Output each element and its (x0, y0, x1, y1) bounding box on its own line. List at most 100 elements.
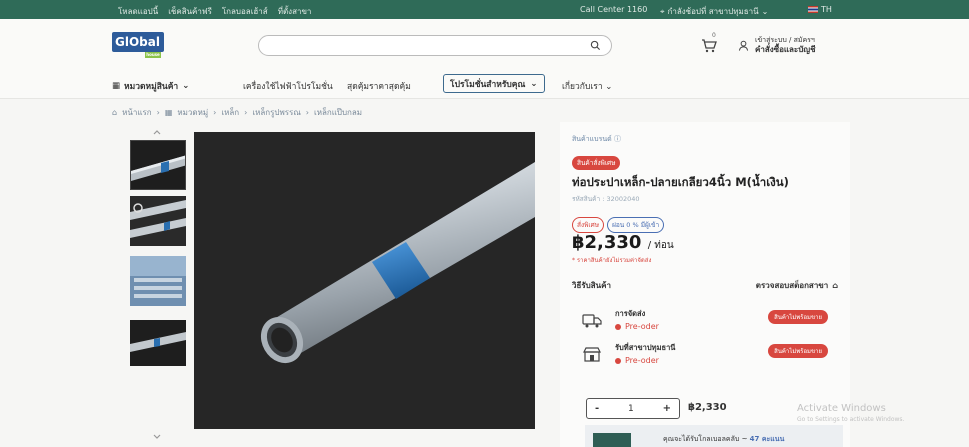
cart-count: 0 (712, 32, 716, 39)
check-store-stock-link[interactable]: ตรวจสอบสต็อกสาขา ⌂ (756, 279, 838, 292)
breadcrumb: ⌂ หน้าแรก › ▦ หมวดหมู่ › เหล็ก › เหล็กรู… (112, 106, 362, 119)
thai-flag-icon (808, 6, 818, 13)
categories-label: หมวดหมู่สินค้า (124, 82, 179, 92)
thumb-scroll-up-icon[interactable] (152, 128, 162, 136)
top-links: โหลดแอปนี้ เช็คสินค้าฟรี โกลบอลเฮ้าส์ ที… (118, 5, 311, 18)
club-points-value: 47 คะแนน (749, 435, 785, 443)
product-price: ฿2,330 / ท่อน (572, 232, 674, 253)
thumbnail-2[interactable] (130, 196, 186, 246)
breadcrumb-separator: › (213, 108, 217, 117)
globalhouse-logo[interactable]: GlObal house (112, 32, 164, 58)
grid-icon: ▦ (112, 81, 121, 91)
top-bar: โหลดแอปนี้ เช็คสินค้าฟรี โกลบอลเฮ้าส์ ที… (0, 0, 969, 19)
chevron-down-icon: ⌄ (530, 78, 538, 89)
account-menu[interactable]: เข้าสู่ระบบ / สมัครฯ คำสั่งซื้อและบัญชี (738, 36, 816, 54)
account-line2: คำสั่งซื้อและบัญชี (755, 45, 816, 54)
nav-promo-pill[interactable]: โปรโมชั่นสำหรับคุณ ⌄ (443, 74, 545, 93)
quantity-value[interactable]: 1 (628, 404, 634, 414)
windows-activation-sub: Go to Settings to activate Windows. (797, 416, 905, 423)
breadcrumb-round-pipe[interactable]: เหล็กแป๊บกลม (314, 106, 362, 119)
main-nav: ▦ หมวดหมู่สินค้า ⌄ เครื่องใช้ไฟฟ้าโปรโมช… (0, 69, 969, 99)
check-store-label: ตรวจสอบสต็อกสาขา (755, 281, 829, 290)
product-chips: สั่งพิเศษ ผ่อน 0 % มีผู้เข้า (572, 217, 665, 233)
breadcrumb-separator: › (305, 108, 309, 117)
main-product-image[interactable] (194, 132, 535, 429)
location-icon: ⌖ (660, 6, 665, 16)
about-label: เกี่ยวกับเรา (562, 82, 603, 92)
store-icon: ⌂ (832, 281, 838, 290)
receive-method-title: วิธีรับสินค้า (572, 281, 611, 290)
steel-pipe-image (194, 132, 535, 429)
grid-icon: ▦ (164, 108, 173, 117)
breadcrumb-home[interactable]: หน้าแรก (122, 106, 152, 119)
windows-activation-title: Activate Windows (797, 403, 886, 414)
user-icon (738, 40, 749, 51)
language-selector[interactable]: TH (808, 5, 832, 14)
nav-item-about[interactable]: เกี่ยวกับเรา ⌄ (562, 79, 612, 93)
pipe-thumbnail-image (130, 320, 186, 366)
home-icon: ⌂ (112, 108, 118, 117)
categories-menu[interactable]: ▦ หมวดหมู่สินค้า ⌄ (112, 79, 189, 93)
pickup-label: รับที่สาขาปทุมธานี (615, 343, 676, 352)
top-link-app[interactable]: โหลดแอปนี้ (118, 5, 158, 18)
branch-label: กำลังช้อปที่ สาขาปทุมธานี (667, 7, 759, 16)
cart-button[interactable]: 0 (700, 32, 718, 54)
installment-chip[interactable]: ผ่อน 0 % มีผู้เข้า (607, 217, 665, 233)
account-line1: เข้าสู่ระบบ / สมัครฯ (755, 36, 815, 44)
special-order-chip: สั่งพิเศษ (572, 217, 605, 233)
club-points-text: คุณจะได้รับโกลเบอลคลับ ~ 47 คะแนน (663, 435, 785, 443)
search-input[interactable] (269, 39, 589, 59)
top-link-check[interactable]: เช็คสินค้าฟรี (168, 5, 212, 18)
logo-text: GlObal (115, 35, 160, 49)
price-note: * ราคาสินค้ายังไม่รวมค่าจัดส่ง (572, 257, 652, 264)
pipe-thumbnail-image (131, 141, 185, 189)
thumbnail-4[interactable] (130, 320, 186, 366)
pickup-status: Pre-oder (615, 356, 659, 365)
header: GlObal house 0 เข้าสู่ระบบ / สมัครฯ คำสั… (0, 19, 969, 69)
store-icon (583, 347, 601, 362)
pipe-thumbnail-image (130, 196, 186, 246)
product-title: ท่อประปาเหล็ก-ปลายเกลียว4นิ้ว M(น้ำเงิน) (572, 175, 789, 189)
breadcrumb-categories[interactable]: หมวดหมู่ (177, 106, 208, 119)
price-value: ฿2,330 (572, 232, 642, 253)
decrease-qty-button[interactable]: - (595, 403, 599, 414)
truck-icon (582, 314, 602, 328)
top-link-branches[interactable]: ที่ตั้งสาขา (278, 5, 312, 18)
nav-item-deals[interactable]: สุดคุ้มราคาสุดคุ้ม (347, 79, 411, 93)
windows-activation-watermark: Activate Windows Go to Settings to activ… (797, 403, 904, 423)
branch-selector[interactable]: ⌖ กำลังช้อปที่ สาขาปทุมธานี ⌄ (660, 5, 768, 18)
club-points-banner: คุณจะได้รับโกลเบอลคลับ ~ 47 คะแนน (585, 425, 843, 447)
delivery-option-shipping[interactable]: การจัดส่ง Pre-oder สินค้าไม่พร้อมขาย (572, 304, 836, 341)
breadcrumb-separator: › (156, 108, 160, 117)
breadcrumb-separator: › (244, 108, 248, 117)
promo-pill-label: โปรโมชั่นสำหรับคุณ (450, 79, 526, 90)
language-label: TH (821, 5, 832, 14)
unavailable-badge: สินค้าไม่พร้อมขาย (768, 310, 828, 324)
delivery-option-pickup[interactable]: รับที่สาขาปทุมธานี Pre-oder สินค้าไม่พร้… (572, 338, 836, 375)
special-order-tag: สินค้าสั่งพิเศษ (572, 156, 621, 170)
quantity-stepper: - 1 + (586, 398, 680, 419)
search-icon[interactable] (590, 40, 601, 51)
thumbnail-3[interactable] (130, 256, 186, 306)
nav-item-appliances[interactable]: เครื่องใช้ไฟฟ้าโปรโมชั่น (243, 79, 333, 93)
subtotal-price: ฿2,330 (688, 402, 727, 413)
unavailable-badge: สินค้าไม่พร้อมขาย (768, 344, 828, 358)
club-card-image (593, 433, 631, 447)
search-bar (258, 35, 612, 59)
chevron-down-icon: ⌄ (182, 81, 190, 91)
logo-sub: house (145, 52, 161, 58)
delivery-label: การจัดส่ง (615, 309, 646, 318)
pipe-stack-thumbnail-image (130, 256, 186, 306)
brand-link[interactable]: สินค้าแบรนด์ ⓘ (572, 134, 621, 145)
thumbnail-1[interactable] (130, 140, 186, 190)
delivery-status: Pre-oder (615, 322, 659, 331)
price-unit: / ท่อน (647, 240, 674, 251)
breadcrumb-structural[interactable]: เหล็กรูปพรรณ (252, 106, 300, 119)
thumb-scroll-down-icon[interactable] (152, 433, 162, 441)
chevron-down-icon: ⌄ (761, 7, 769, 16)
top-link-globalhouse[interactable]: โกลบอลเฮ้าส์ (222, 5, 268, 18)
breadcrumb-steel[interactable]: เหล็ก (221, 106, 239, 119)
call-center[interactable]: Call Center 1160 (580, 5, 647, 14)
product-sku: รหัสสินค้า : 32002040 (572, 195, 640, 203)
increase-qty-button[interactable]: + (663, 403, 671, 414)
